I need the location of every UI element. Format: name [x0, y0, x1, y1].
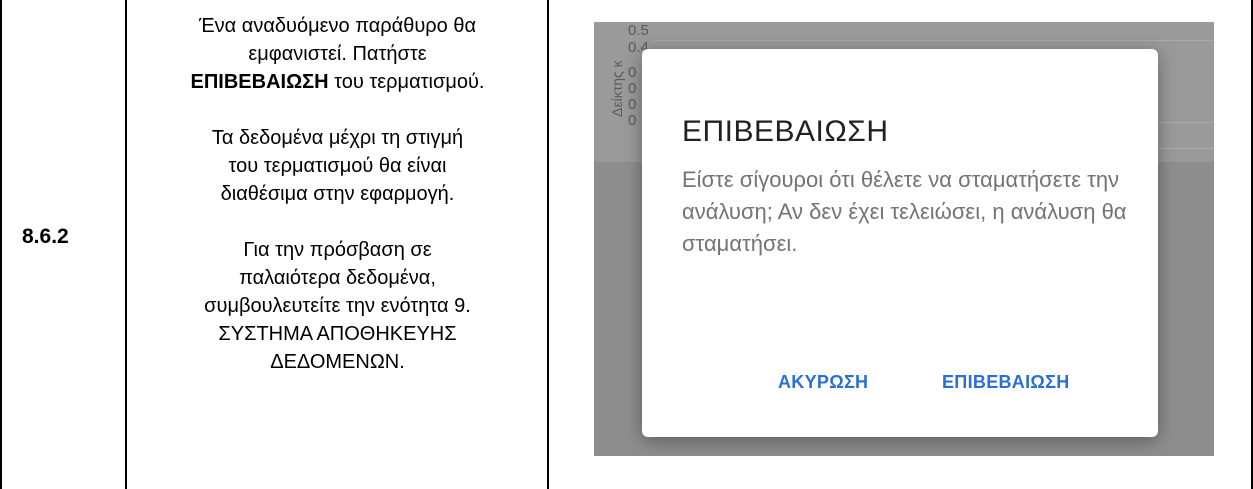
chart-tick: 0 — [628, 96, 637, 113]
table-border-col2 — [547, 0, 549, 489]
desc-bold-confirm: ΕΠΙΒΕΒΑΙΩΣΗ — [190, 71, 329, 93]
app-screenshot: Δείκτης κ 0.5 0.4 0 0 0 0 ΕΠΙΒΕΒΑΙΩΣΗ Εί… — [594, 22, 1214, 456]
dialog-message: Είστε σίγουροι ότι θέλετε να σταματήσετε… — [682, 167, 1127, 256]
step-number: 8.6.2 — [22, 225, 69, 248]
chart-tick: 0.5 — [628, 22, 649, 39]
table-border-left — [0, 0, 2, 489]
chart-tick: 0 — [628, 64, 637, 81]
desc-line: ΣΥΣΤΗΜΑ ΑΠΟΘΗΚΕΥΗΣ — [218, 323, 457, 345]
confirm-button[interactable]: ΕΠΙΒΕΒΑΙΩΣΗ — [942, 372, 1070, 393]
chart-ylabel: Δείκτης κ — [609, 60, 625, 117]
desc-line: διαθέσιμα στην εφαρμογή. — [220, 183, 455, 205]
chart-gridline — [654, 40, 1214, 41]
desc-line: εμφανιστεί. Πατήστε — [248, 43, 427, 65]
desc-line: Για την πρόσβαση σε — [243, 239, 432, 261]
desc-text: του τερματισμού. — [328, 71, 485, 93]
desc-line: Ένα αναδυόμενο παράθυρο θα — [198, 15, 477, 37]
desc-line: ΕΠΙΒΕΒΑΙΩΣΗ του τερματισμού. — [140, 68, 535, 96]
confirm-dialog: ΕΠΙΒΕΒΑΙΩΣΗ Είστε σίγουροι ότι θέλετε να… — [642, 49, 1158, 437]
desc-line: συμβουλευτείτε την ενότητα 9. — [204, 295, 471, 317]
desc-line: παλαιότερα δεδομένα, — [239, 267, 436, 289]
cancel-button[interactable]: ΑΚΥΡΩΣΗ — [778, 372, 868, 393]
desc-line: Τα δεδομένα μέχρι τη στιγμή — [211, 127, 464, 149]
table-border-col1 — [125, 0, 127, 489]
dialog-title: ΕΠΙΒΕΒΑΙΩΣΗ — [682, 115, 889, 148]
desc-line: ΔΕΔΟΜΕΝΩΝ. — [270, 351, 405, 373]
chart-tick: 0 — [628, 80, 637, 97]
desc-line: του τερματισμού θα είναι — [228, 155, 447, 177]
chart-tick: 0 — [628, 112, 637, 129]
instruction-table: 8.6.2 Ένα αναδυόμενο παράθυρο θα εμφανισ… — [0, 0, 1253, 489]
step-description: Ένα αναδυόμενο παράθυρο θα εμφανιστεί. Π… — [140, 12, 535, 376]
